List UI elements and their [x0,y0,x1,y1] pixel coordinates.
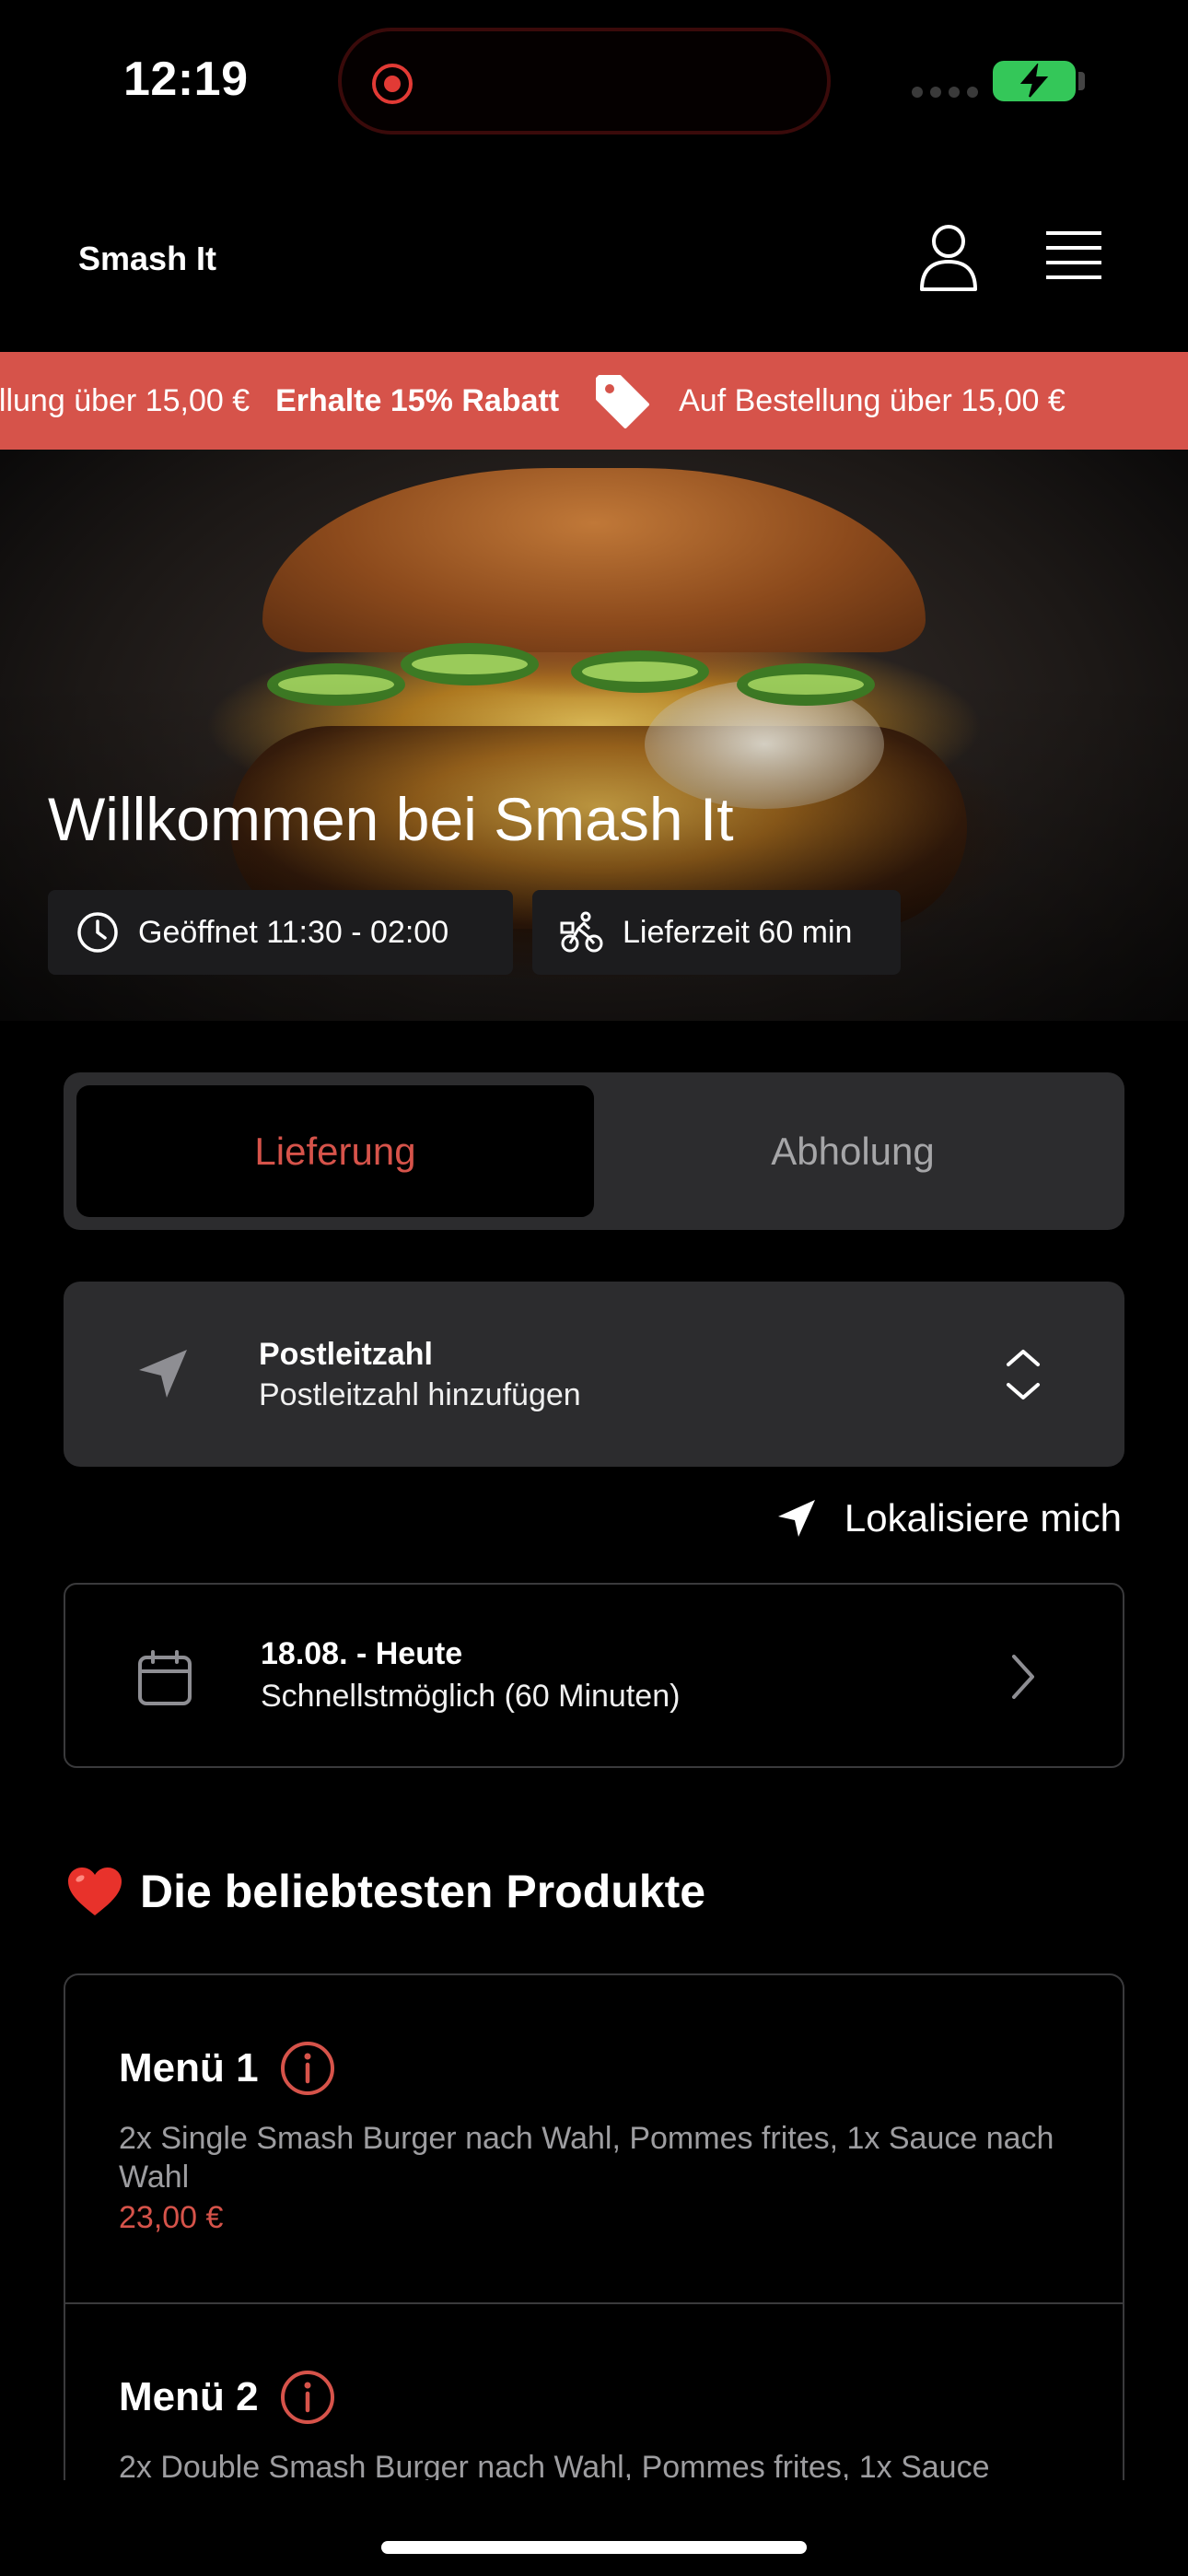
status-time: 12:19 [123,53,249,106]
promo-banner: ellung über 15,00 € Erhalte 15% Rabatt A… [0,352,1188,450]
promo-text: ellung über 15,00 € [0,382,250,418]
product-list: Menü 1 2x Single Smash Burger nach Wahl,… [64,1973,1124,2480]
chevron-right-icon [1012,1655,1034,1699]
locate-me-button[interactable]: Lokalisiere mich [776,1496,1122,1540]
product-card[interactable]: Menü 2 2x Double Smash Burger nach Wahl,… [65,2302,1123,2480]
hero-banner: Willkommen bei Smash It Geöffnet 11:30 -… [0,450,1188,1021]
account-button[interactable] [916,221,981,295]
hamburger-menu-icon [1046,231,1101,279]
product-card[interactable]: Menü 1 2x Single Smash Burger nach Wahl,… [65,2040,1123,2236]
signal-icon [912,87,978,98]
info-icon[interactable] [279,2040,336,2097]
tab-pickup[interactable]: Abholung [594,1085,1112,1217]
tab-delivery[interactable]: Lieferung [76,1085,594,1217]
promo-text: Auf Bestellung über 15,00 € [679,382,1066,418]
schedule-time: Schnellstmöglich (60 Minuten) [261,1679,681,1714]
promo-highlight: Erhalte 15% Rabatt [275,382,560,418]
schedule-date: 18.08. - Heute [261,1636,463,1671]
schedule-select[interactable]: 18.08. - Heute Schnellstmöglich (60 Minu… [64,1583,1124,1768]
location-arrow-icon [139,1350,187,1398]
calendar-icon [138,1650,192,1705]
brand-logo-text[interactable]: Smash It [78,240,216,278]
dynamic-island [338,28,831,135]
navigation-arrow-icon [777,1500,815,1537]
bottom-safe-area [0,2480,1188,2576]
user-icon [920,225,977,291]
product-price: 23,00 € [119,2200,224,2235]
postcode-label: Postleitzahl [259,1337,433,1372]
product-name: Menü 2 [119,2374,259,2419]
popular-products-title: Die beliebtesten Produkte [140,1866,706,1917]
order-mode-toggle: Lieferung Abholung [64,1072,1124,1230]
info-icon[interactable] [279,2369,336,2426]
heart-icon [68,1868,122,1915]
opening-hours-text: Geöffnet 11:30 - 02:00 [138,914,449,950]
battery-charging-icon [993,61,1076,101]
delivery-time-chip: Lieferzeit 60 min [532,890,901,975]
promo-marquee: ellung über 15,00 € Erhalte 15% Rabatt A… [0,352,1066,450]
product-name: Menü 1 [119,2045,259,2090]
price-tag-icon [592,371,651,430]
bike-courier-icon [560,911,603,953]
home-indicator[interactable] [381,2541,807,2554]
hero-title: Willkommen bei Smash It [48,785,734,853]
product-description: 2x Double Smash Burger nach Wahl, Pommes… [119,2450,990,2480]
product-description: 2x Single Smash Burger nach Wahl, Pommes… [119,2121,1054,2195]
recording-icon [372,64,413,104]
battery-nub [1078,72,1085,90]
locate-me-label: Lokalisiere mich [844,1496,1122,1540]
clock-icon [77,912,118,953]
delivery-time-text: Lieferzeit 60 min [623,914,853,950]
chevron-up-down-icon [1007,1350,1040,1399]
menu-button[interactable] [1041,228,1107,286]
postcode-select[interactable]: Postleitzahl Postleitzahl hinzufügen [64,1282,1124,1467]
popular-products-heading: Die beliebtesten Produkte [66,1865,705,1918]
postcode-placeholder: Postleitzahl hinzufügen [259,1377,581,1412]
opening-hours-chip: Geöffnet 11:30 - 02:00 [48,890,513,975]
